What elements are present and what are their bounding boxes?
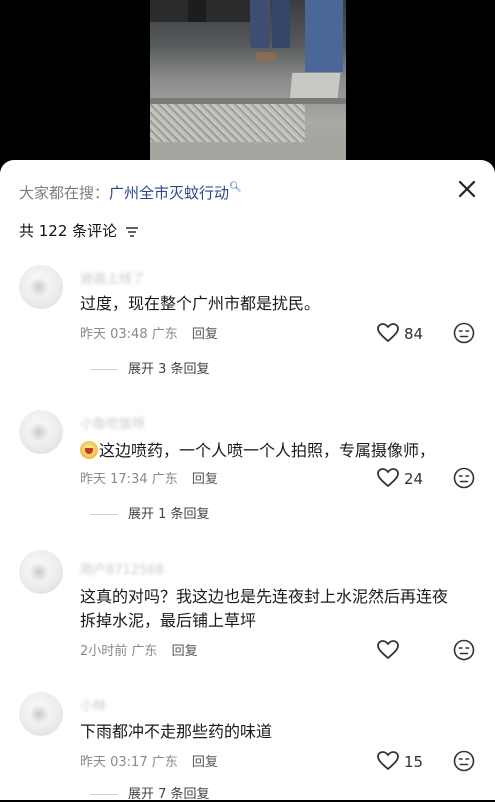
comment-meta: 昨天 03:17 广东 回复	[80, 751, 218, 770]
expand-replies-label: 展开 3 条回复	[128, 362, 210, 377]
username[interactable]: 迪迦上线了	[80, 268, 145, 287]
avatar[interactable]	[19, 692, 63, 736]
like-button[interactable]: 24	[376, 467, 423, 489]
comment-text-line: 拆掉水泥，最后铺上草坪	[80, 611, 257, 630]
comment-location: 广东	[131, 644, 158, 659]
comment-location: 广东	[151, 327, 178, 342]
trending-search[interactable]: 大家都在搜：广州全市灭蚊行动🔍︎	[19, 182, 242, 204]
avatar[interactable]	[19, 265, 63, 309]
heart-icon	[377, 751, 399, 771]
comment-time: 昨天 03:17	[80, 755, 148, 770]
neutral-face-icon[interactable]	[453, 750, 475, 772]
comment-time: 昨天 17:34	[80, 472, 148, 487]
avatar[interactable]	[19, 550, 63, 594]
comment-text-line: 这真的对吗？我这边也是先连夜封上水泥然后再连夜	[80, 587, 449, 606]
comment-time: 2小时前	[80, 644, 128, 659]
comment-meta: 昨天 03:48 广东 回复	[80, 323, 218, 342]
avatar[interactable]	[19, 410, 63, 454]
comment-text: 下雨都冲不走那些药的味道	[80, 722, 273, 741]
search-icon: 🔍︎	[229, 182, 242, 193]
like-count: 24	[404, 470, 424, 488]
comment-count-label: 共 122 条评论	[19, 222, 118, 240]
username[interactable]: 小林	[80, 695, 106, 714]
comment-meta: 2小时前 广东 回复	[80, 640, 198, 659]
like-button[interactable]	[376, 639, 404, 661]
video-frame	[150, 0, 346, 175]
comment-text: 过度，现在整个广州市都是扰民。	[80, 294, 321, 313]
expand-replies[interactable]: 展开 7 条回复	[90, 783, 210, 802]
heart-icon	[377, 323, 399, 343]
like-count: 84	[404, 325, 424, 343]
neutral-face-icon[interactable]	[453, 322, 475, 344]
like-button[interactable]: 15	[376, 750, 423, 772]
comment-sheet: 大家都在搜：广州全市灭蚊行动🔍︎ 共 122 条评论 迪迦上线了 过度，现在整个…	[0, 160, 495, 802]
crying-emoji-icon	[80, 441, 98, 459]
like-count: 15	[404, 753, 424, 771]
comment-location: 广东	[151, 472, 178, 487]
expand-replies[interactable]: 展开 3 条回复	[90, 358, 210, 377]
reply-button[interactable]: 回复	[192, 327, 218, 342]
username[interactable]: 小鱼吃饭呀	[80, 413, 145, 432]
comment-text: 这真的对吗？我这边也是先连夜封上水泥然后再连夜 拆掉水泥，最后铺上草坪	[80, 585, 480, 633]
comment-count: 共 122 条评论	[19, 220, 138, 241]
reply-button[interactable]: 回复	[192, 472, 218, 487]
comment-time: 昨天 03:48	[80, 327, 148, 342]
reply-button[interactable]: 回复	[192, 755, 218, 770]
heart-icon	[377, 468, 399, 488]
expand-replies-label: 展开 1 条回复	[128, 507, 210, 522]
comment-meta: 昨天 17:34 广东 回复	[80, 468, 218, 487]
neutral-face-icon[interactable]	[453, 639, 475, 661]
comment-text: 这边喷药，一个人喷一个人拍照，专属摄像师，	[80, 439, 480, 463]
close-icon[interactable]	[455, 177, 479, 201]
trending-search-topic[interactable]: 广州全市灭蚊行动	[109, 184, 229, 202]
sort-icon[interactable]	[125, 226, 138, 237]
comment-text-body: 这边喷药，一个人喷一个人拍照，专属摄像师，	[99, 441, 436, 460]
reply-button[interactable]: 回复	[172, 644, 198, 659]
username[interactable]: 用户8712568	[80, 559, 164, 578]
video-player[interactable]	[0, 0, 495, 175]
expand-replies[interactable]: 展开 1 条回复	[90, 503, 210, 522]
trending-search-prefix: 大家都在搜：	[19, 184, 110, 202]
neutral-face-icon[interactable]	[453, 467, 475, 489]
comment-location: 广东	[151, 755, 178, 770]
heart-icon	[377, 640, 399, 660]
like-button[interactable]: 84	[376, 322, 423, 344]
